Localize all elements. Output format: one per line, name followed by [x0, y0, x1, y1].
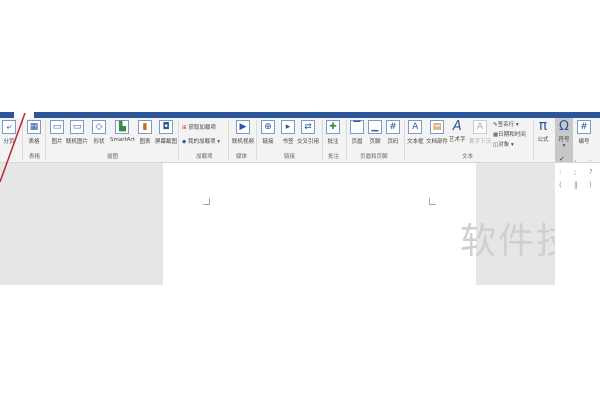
- annotation-arrow: [0, 112, 26, 183]
- red-arrow-line: [0, 112, 26, 183]
